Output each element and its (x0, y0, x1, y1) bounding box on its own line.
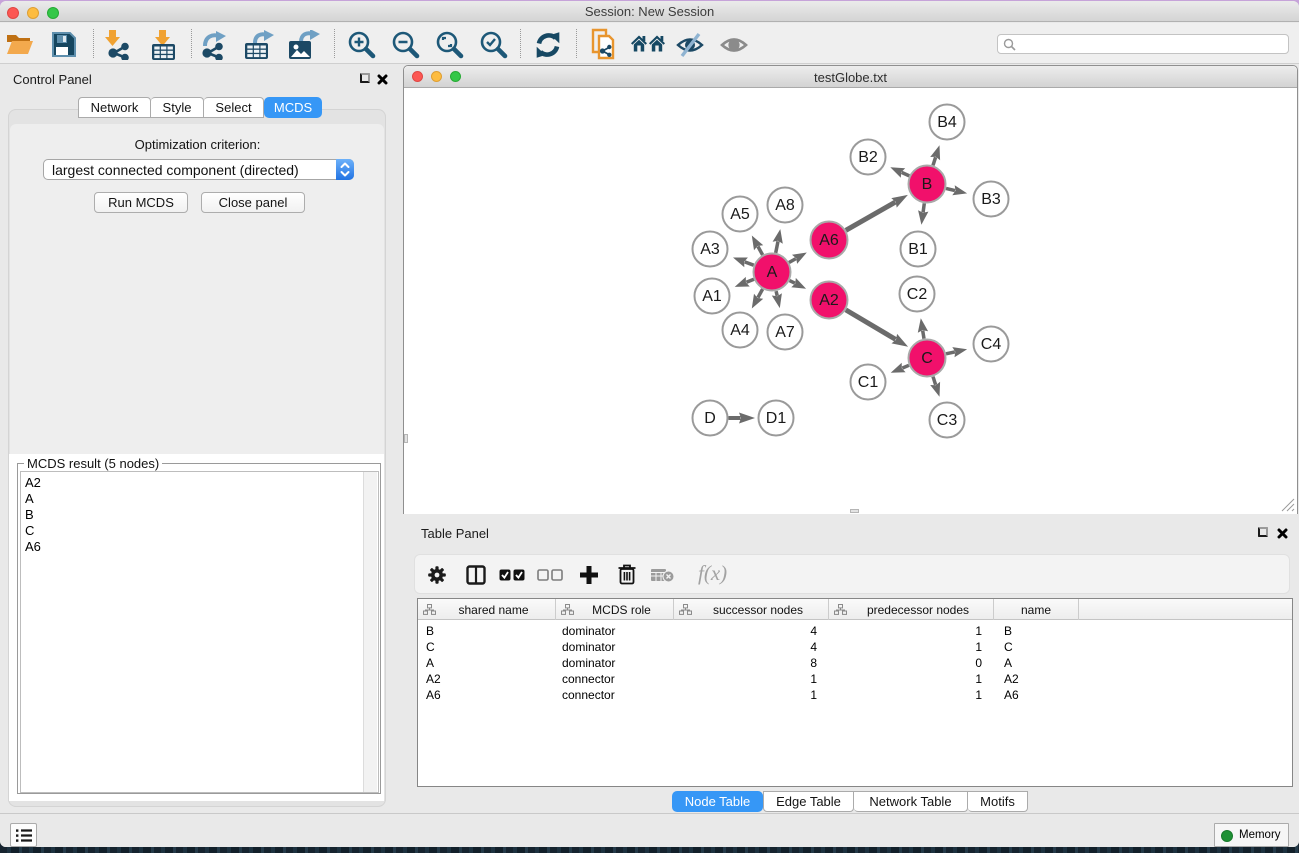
svg-text:B4: B4 (937, 114, 957, 131)
svg-text:B: B (922, 176, 933, 193)
svg-text:C3: C3 (937, 412, 958, 429)
svg-text:B3: B3 (981, 191, 1001, 208)
svg-text:D1: D1 (766, 410, 787, 427)
svg-text:B2: B2 (858, 149, 878, 166)
svg-text:C1: C1 (858, 374, 879, 391)
svg-text:A7: A7 (775, 324, 795, 341)
svg-text:A3: A3 (700, 241, 720, 258)
svg-text:A1: A1 (702, 288, 722, 305)
svg-text:C: C (921, 350, 933, 367)
svg-text:A4: A4 (730, 322, 750, 339)
svg-text:B1: B1 (908, 241, 928, 258)
svg-text:C4: C4 (981, 336, 1002, 353)
svg-text:A: A (767, 264, 778, 281)
svg-text:A6: A6 (819, 232, 839, 249)
svg-text:A5: A5 (730, 206, 750, 223)
svg-text:A2: A2 (819, 292, 839, 309)
svg-text:D: D (704, 410, 716, 427)
svg-text:C2: C2 (907, 286, 928, 303)
svg-text:A8: A8 (775, 197, 795, 214)
